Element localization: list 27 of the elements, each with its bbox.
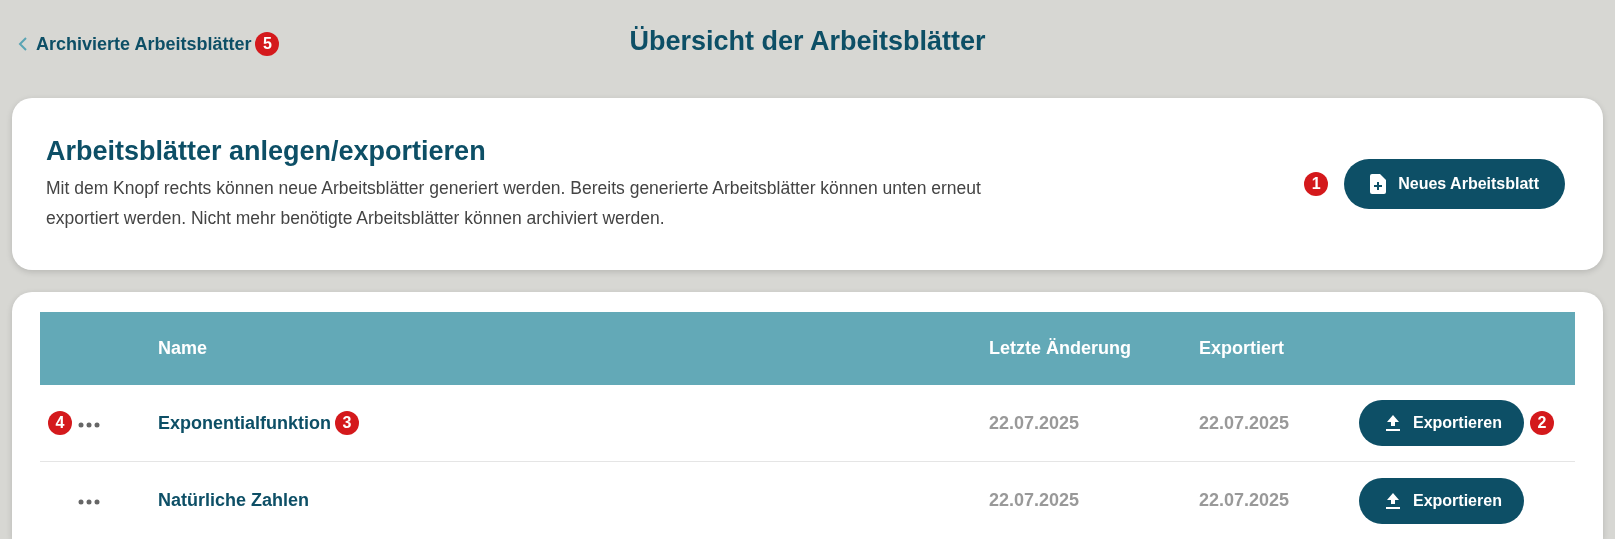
export-button[interactable]: Exportieren — [1359, 477, 1524, 524]
dots-icon — [78, 499, 100, 506]
back-link[interactable]: Archivierte Arbeitsblätter — [18, 30, 252, 58]
callout-marker: 2 — [1529, 411, 1554, 435]
callout-marker: 5 — [255, 32, 280, 56]
date-text: 22.07.2025 — [989, 490, 1080, 510]
callout-marker: 3 — [335, 411, 359, 435]
chevron-left-icon — [18, 37, 28, 51]
callout-marker: 4 — [48, 411, 72, 435]
date-text: 22.07.2025 — [1199, 412, 1290, 433]
card-description: Mit dem Knopf rechts können neue Arbeitsblätter generiert werden. Bereits generierte Arbeitsblätter können unten erneut exportiert werden. Nicht mehr benötigte Arbeitsblätter können archiviert werden. — [46, 177, 982, 231]
date-text: 22.07.2025 — [989, 412, 1080, 433]
export-button[interactable]: Exportieren — [1359, 400, 1524, 446]
file-plus-icon — [1370, 174, 1387, 194]
upload-icon — [1385, 491, 1401, 510]
date-text: 22.07.2025 — [1199, 490, 1290, 510]
column-header: Exportiert — [1199, 338, 1285, 358]
worksheet-link[interactable]: Exponentialfunktion — [158, 409, 331, 437]
card-title: Arbeitsblätter anlegen/exportieren — [46, 134, 487, 168]
callout-marker: 1 — [1304, 172, 1329, 196]
worksheet-link[interactable]: Natürliche Zahlen — [158, 487, 310, 514]
page-title: Übersicht der Arbeitsblätter — [629, 24, 986, 58]
column-header: Letzte Änderung — [989, 338, 1131, 358]
dots-icon — [78, 421, 100, 428]
new-worksheet-button[interactable]: Neues Arbeitsblatt — [1344, 159, 1565, 209]
column-header: Name — [158, 337, 208, 360]
upload-icon — [1385, 414, 1401, 432]
